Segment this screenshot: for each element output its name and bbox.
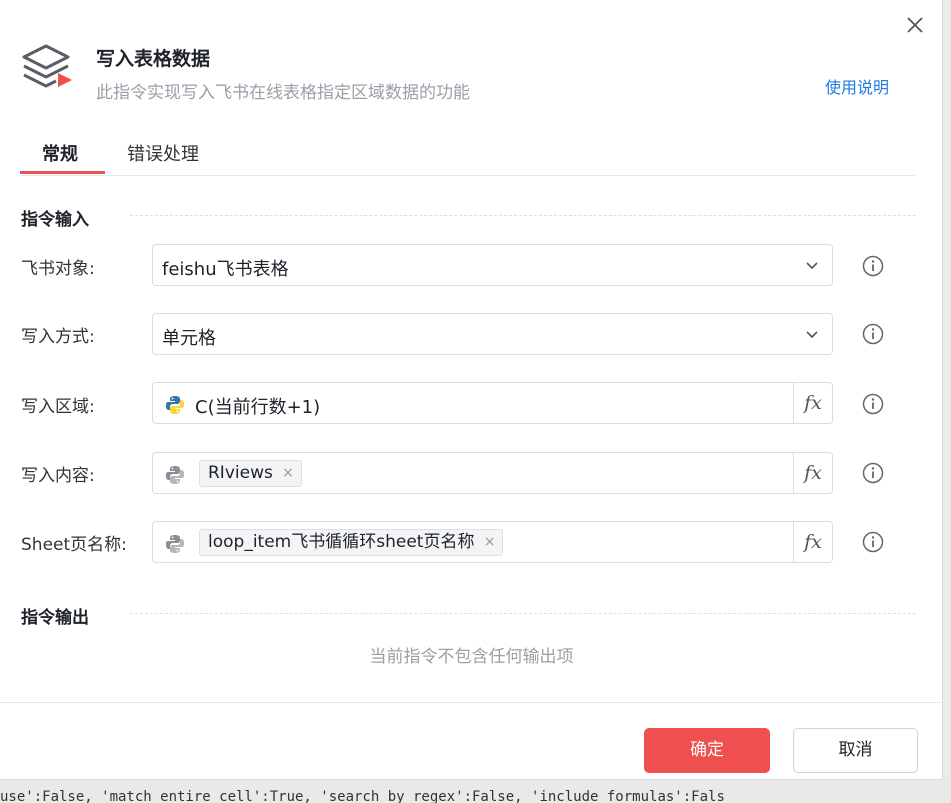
- sheet-name-input[interactable]: loop_item飞书循循环sheet页名称 × fx: [152, 521, 833, 563]
- dialog-title: 写入表格数据: [96, 48, 211, 70]
- chip-remove-icon[interactable]: ×: [282, 461, 294, 486]
- input-section-title: 指令输入: [21, 210, 89, 230]
- fx-button[interactable]: fx: [793, 453, 832, 493]
- empty-output-message: 当前指令不包含任何输出项: [369, 647, 574, 667]
- write-mode-select[interactable]: 单元格: [152, 313, 833, 355]
- output-section-title: 指令输出: [21, 608, 89, 628]
- background-code-strip: use':False, 'match_entire_cell':True, 's…: [0, 778, 951, 803]
- section-divider: [130, 215, 916, 216]
- variable-chip[interactable]: loop_item飞书循循环sheet页名称 ×: [199, 529, 504, 556]
- tab-error-handling[interactable]: 错误处理: [127, 140, 199, 176]
- variable-chip-label: RIviews: [208, 463, 273, 483]
- field-label-write-content: 写入内容:: [21, 466, 95, 486]
- close-icon: [907, 17, 923, 33]
- feishu-object-value: feishu飞书表格: [162, 259, 289, 280]
- fx-button[interactable]: fx: [793, 383, 832, 423]
- info-icon[interactable]: [862, 462, 884, 484]
- write-range-value: C(当前行数+1): [195, 397, 321, 418]
- layers-icon: [22, 44, 74, 90]
- feishu-object-select[interactable]: feishu飞书表格: [152, 244, 833, 286]
- write-content-input[interactable]: RIviews × fx: [152, 452, 833, 494]
- info-icon[interactable]: [862, 393, 884, 415]
- fx-button[interactable]: fx: [793, 522, 832, 562]
- info-icon[interactable]: [862, 323, 884, 345]
- variable-chip[interactable]: RIviews ×: [199, 460, 302, 487]
- python-icon: [166, 535, 184, 553]
- variable-chip-label: loop_item飞书循循环sheet页名称: [208, 532, 475, 552]
- section-divider: [130, 613, 916, 614]
- background-code-text: use':False, 'match_entire_cell':True, 's…: [0, 789, 725, 803]
- field-label-sheet-name: Sheet页名称:: [21, 535, 127, 555]
- dialog-subtitle: 此指令实现写入飞书在线表格指定区域数据的功能: [96, 83, 470, 103]
- write-table-data-dialog: 写入表格数据 此指令实现写入飞书在线表格指定区域数据的功能 使用说明 常规 错误…: [0, 0, 943, 780]
- active-tab-indicator: [20, 171, 105, 174]
- field-label-write-range: 写入区域:: [21, 397, 95, 417]
- chevron-down-icon: [806, 331, 818, 339]
- write-range-input[interactable]: C(当前行数+1) fx: [152, 382, 833, 424]
- field-label-feishu-object: 飞书对象:: [21, 259, 95, 279]
- write-mode-value: 单元格: [162, 328, 216, 349]
- cancel-button[interactable]: 取消: [793, 728, 918, 773]
- help-link[interactable]: 使用说明: [825, 74, 889, 98]
- chevron-down-icon: [806, 262, 818, 270]
- tab-bar: 常规 错误处理: [20, 135, 915, 176]
- footer-divider: [0, 702, 943, 703]
- close-button[interactable]: [902, 12, 928, 38]
- info-icon[interactable]: [862, 531, 884, 553]
- chip-remove-icon[interactable]: ×: [484, 530, 496, 555]
- field-label-write-mode: 写入方式:: [21, 327, 95, 347]
- background-window-edge: [943, 0, 951, 803]
- python-icon: [166, 396, 184, 414]
- confirm-button[interactable]: 确定: [644, 728, 770, 773]
- info-icon[interactable]: [862, 255, 884, 277]
- python-icon: [166, 466, 184, 484]
